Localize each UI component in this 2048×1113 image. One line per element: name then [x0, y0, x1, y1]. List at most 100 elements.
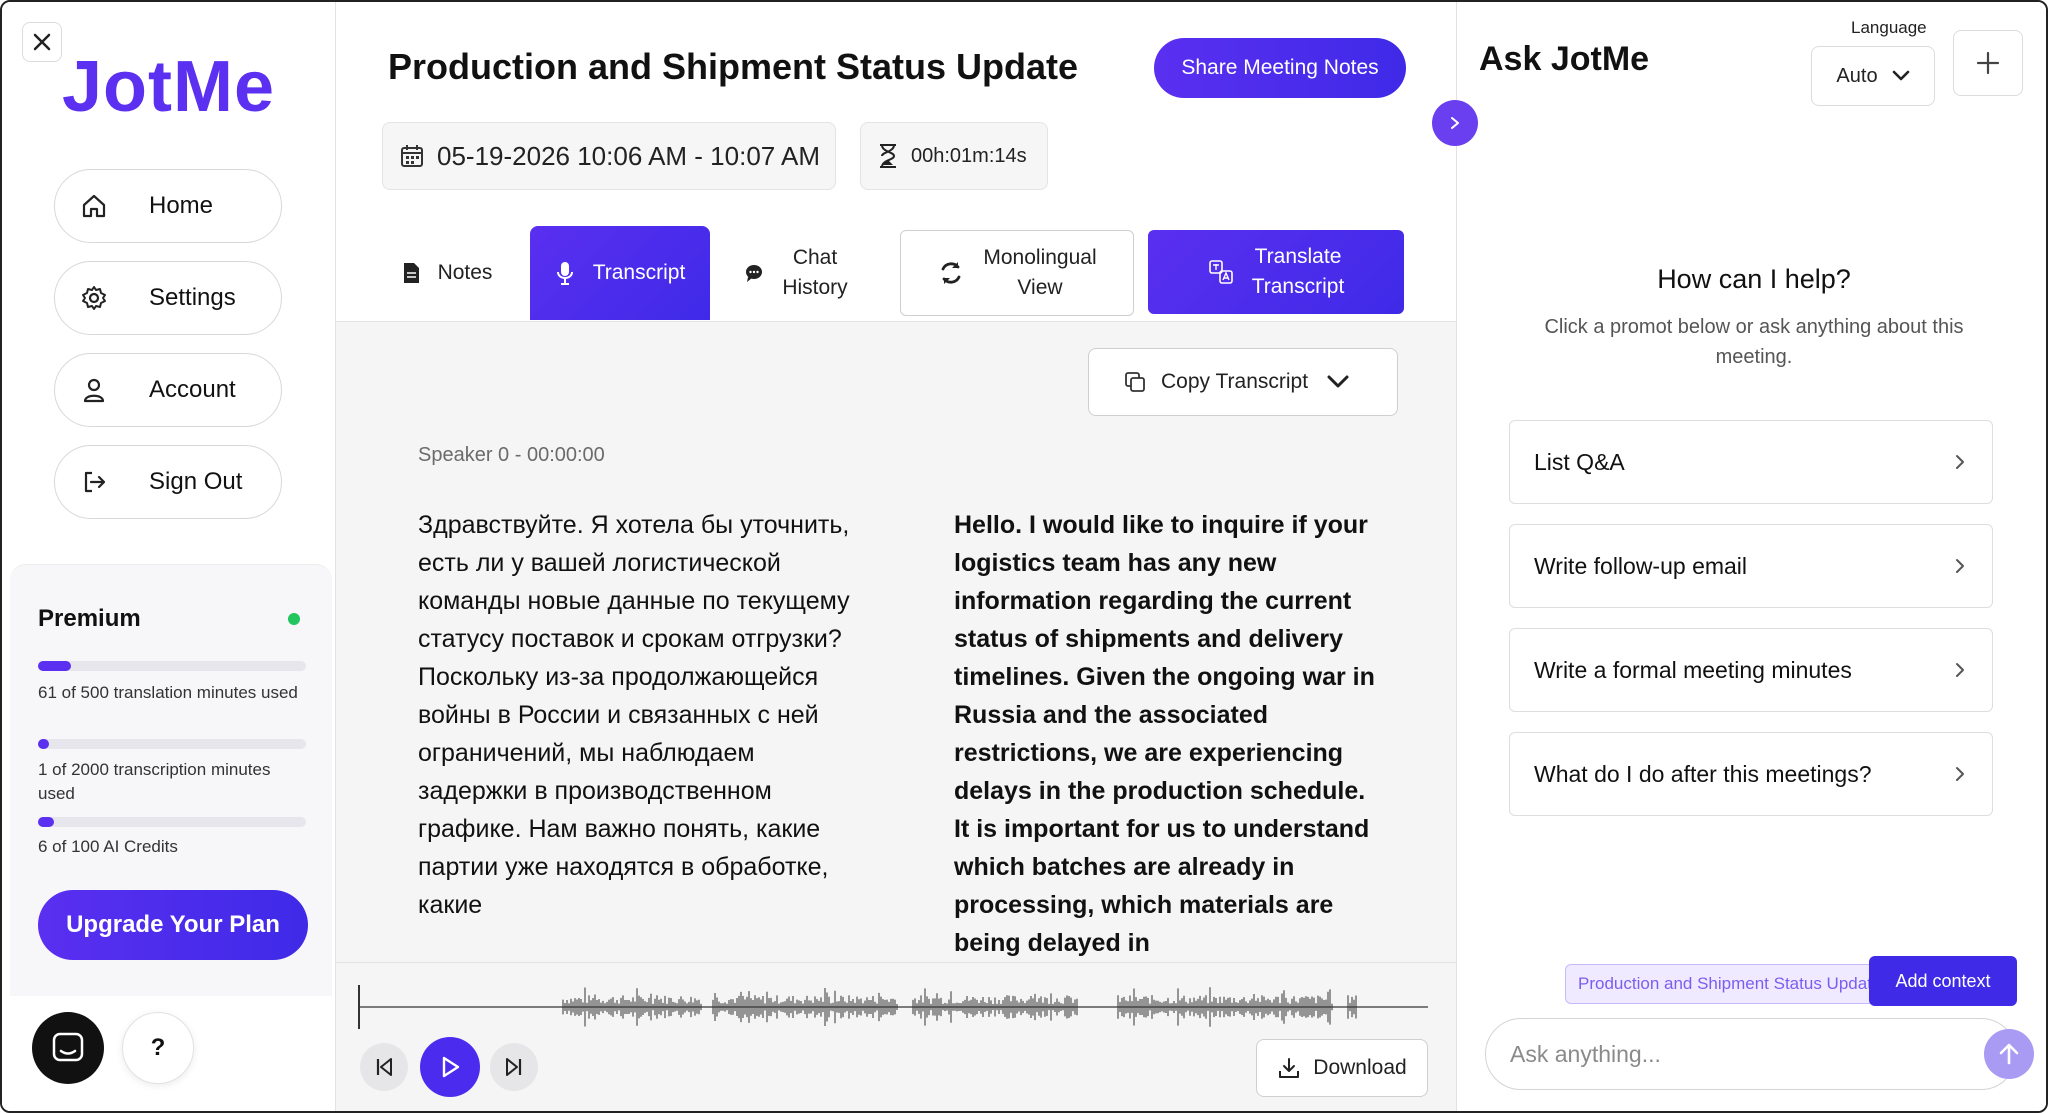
- add-context-button[interactable]: Add context: [1869, 956, 2017, 1006]
- copy-transcript-dropdown[interactable]: Copy Transcript: [1088, 348, 1398, 416]
- gear-icon: [79, 283, 109, 313]
- refresh-icon: [937, 259, 965, 287]
- premium-panel: Premium 61 of 500 translation minutes us…: [10, 564, 332, 996]
- send-button[interactable]: [1984, 1029, 2034, 1079]
- sign-out-label: Sign Out: [149, 468, 243, 495]
- new-chat-button[interactable]: [1953, 30, 2023, 96]
- premium-status-dot: [288, 613, 300, 625]
- skip-previous-icon: [376, 1058, 392, 1076]
- chevron-right-icon: [1954, 453, 1966, 471]
- duration-text: 00h:01m:14s: [911, 144, 1027, 167]
- copy-icon: [1123, 370, 1147, 394]
- tab-chat-history[interactable]: Chat History: [728, 226, 864, 320]
- account-button[interactable]: Account: [54, 353, 282, 427]
- ask-input-placeholder: Ask anything...: [1510, 1040, 1661, 1067]
- close-button[interactable]: [22, 22, 62, 62]
- prompt-label: Write follow-up email: [1534, 552, 1748, 579]
- hourglass-icon: [877, 143, 899, 169]
- translate-transcript-button[interactable]: Translate Transcript: [1148, 230, 1404, 314]
- audio-player: Download: [336, 962, 1456, 1111]
- download-icon: [1277, 1056, 1301, 1080]
- ask-input[interactable]: Ask anything...: [1485, 1018, 2034, 1090]
- download-label: Download: [1313, 1056, 1407, 1079]
- ai-credits-usage-bar: [38, 817, 306, 827]
- document-icon: [402, 262, 420, 284]
- chat-icon: [744, 263, 764, 283]
- date-range-box: 05-19-2026 10:06 AM - 10:07 AM: [382, 122, 836, 190]
- language-label: Language: [1851, 18, 1927, 37]
- tab-transcript[interactable]: Transcript: [530, 226, 710, 320]
- prompt-label: What do I do after this meetings?: [1534, 760, 1872, 787]
- upgrade-plan-button[interactable]: Upgrade Your Plan: [38, 890, 308, 960]
- home-icon: [79, 191, 109, 221]
- play-icon: [442, 1056, 460, 1078]
- usage-fill: [38, 661, 71, 671]
- chevron-right-icon: [1451, 117, 1459, 129]
- translate-transcript-label: Translate Transcript: [1251, 245, 1345, 298]
- premium-title: Premium: [38, 605, 141, 632]
- close-icon: [33, 33, 51, 51]
- date-range-text: 05-19-2026 10:06 AM - 10:07 AM: [437, 140, 821, 171]
- plus-icon: [1976, 51, 2000, 75]
- download-button[interactable]: Download: [1256, 1039, 1428, 1097]
- collapse-panel-button[interactable]: [1432, 100, 1478, 146]
- home-button[interactable]: Home: [54, 169, 282, 243]
- skip-next-icon: [506, 1058, 522, 1076]
- next-button[interactable]: [490, 1043, 538, 1091]
- support-chat-button[interactable]: [32, 1012, 104, 1084]
- tab-notes-label: Notes: [437, 261, 493, 284]
- transcript-content: Copy Transcript Speaker 0 - 00:00:00 Здр…: [336, 322, 1456, 962]
- transcription-usage-bar: [38, 739, 306, 749]
- help-subtitle: Click a promot below or ask anything abo…: [1544, 316, 1964, 368]
- chevron-right-icon: [1954, 661, 1966, 679]
- chevron-right-icon: [1954, 557, 1966, 575]
- settings-button[interactable]: Settings: [54, 261, 282, 335]
- tab-transcript-label: Transcript: [592, 261, 686, 284]
- copy-transcript-label: Copy Transcript: [1161, 370, 1309, 393]
- app-window: JotMe Home Settings Account Sign Out Pre…: [0, 0, 2048, 1113]
- tab-bar: Notes Transcript Chat History Monolingual…: [336, 224, 1456, 322]
- home-label: Home: [149, 192, 214, 219]
- chat-bubble-icon: [52, 1032, 84, 1062]
- play-button[interactable]: [420, 1037, 480, 1097]
- help-button[interactable]: ?: [122, 1012, 194, 1084]
- translation-usage-bar: [38, 661, 306, 671]
- audio-waveform[interactable]: [358, 977, 1428, 1037]
- original-transcript-text: Здравствуйте. Я хотела бы уточнить, есть…: [418, 511, 850, 919]
- duration-box: 00h:01m:14s: [860, 122, 1048, 190]
- prompt-list-qa[interactable]: List Q&A: [1509, 420, 1993, 504]
- calendar-icon: [399, 143, 425, 169]
- language-select[interactable]: Auto: [1811, 46, 1935, 106]
- share-meeting-notes-button[interactable]: Share Meeting Notes: [1154, 38, 1406, 98]
- main-panel: Production and Shipment Status Update Sh…: [336, 2, 1456, 1111]
- previous-button[interactable]: [360, 1043, 408, 1091]
- help-title: How can I help?: [1657, 264, 1851, 294]
- chevron-right-icon: [1954, 765, 1966, 783]
- sidebar: JotMe Home Settings Account Sign Out Pre…: [2, 2, 336, 1111]
- translate-icon: [1208, 259, 1234, 285]
- prompt-label: List Q&A: [1534, 448, 1625, 475]
- prompt-follow-up-email[interactable]: Write follow-up email: [1509, 524, 1993, 608]
- page-title: Production and Shipment Status Update: [388, 46, 1079, 87]
- monolingual-view-label: Monolingual View: [983, 246, 1097, 299]
- chevron-down-icon: [1892, 70, 1910, 82]
- speaker-label: Speaker 0 - 00:00:00: [418, 444, 605, 466]
- context-chip[interactable]: Production and Shipment Status Update: [1565, 964, 1877, 1004]
- ask-jotme-title: Ask JotMe: [1479, 40, 1650, 78]
- tab-chat-history-label: Chat History: [782, 246, 848, 299]
- settings-label: Settings: [149, 284, 236, 311]
- monolingual-view-button[interactable]: Monolingual View: [900, 230, 1134, 316]
- sign-out-button[interactable]: Sign Out: [54, 445, 282, 519]
- translation-usage-label: 61 of 500 translation minutes used: [38, 683, 298, 702]
- usage-fill: [38, 817, 55, 827]
- account-label: Account: [149, 376, 236, 403]
- language-value: Auto: [1836, 64, 1878, 87]
- prompt-meeting-minutes[interactable]: Write a formal meeting minutes: [1509, 628, 1993, 712]
- sign-out-icon: [79, 467, 109, 497]
- prompt-next-steps[interactable]: What do I do after this meetings?: [1509, 732, 1993, 816]
- ai-credits-usage-label: 6 of 100 AI Credits: [38, 837, 178, 856]
- prompt-label: Write a formal meeting minutes: [1534, 656, 1852, 683]
- ask-jotme-panel: Ask JotMe Language Auto How can I help? …: [1456, 2, 2046, 1111]
- logo: JotMe: [62, 47, 276, 127]
- tab-notes[interactable]: Notes: [382, 226, 512, 320]
